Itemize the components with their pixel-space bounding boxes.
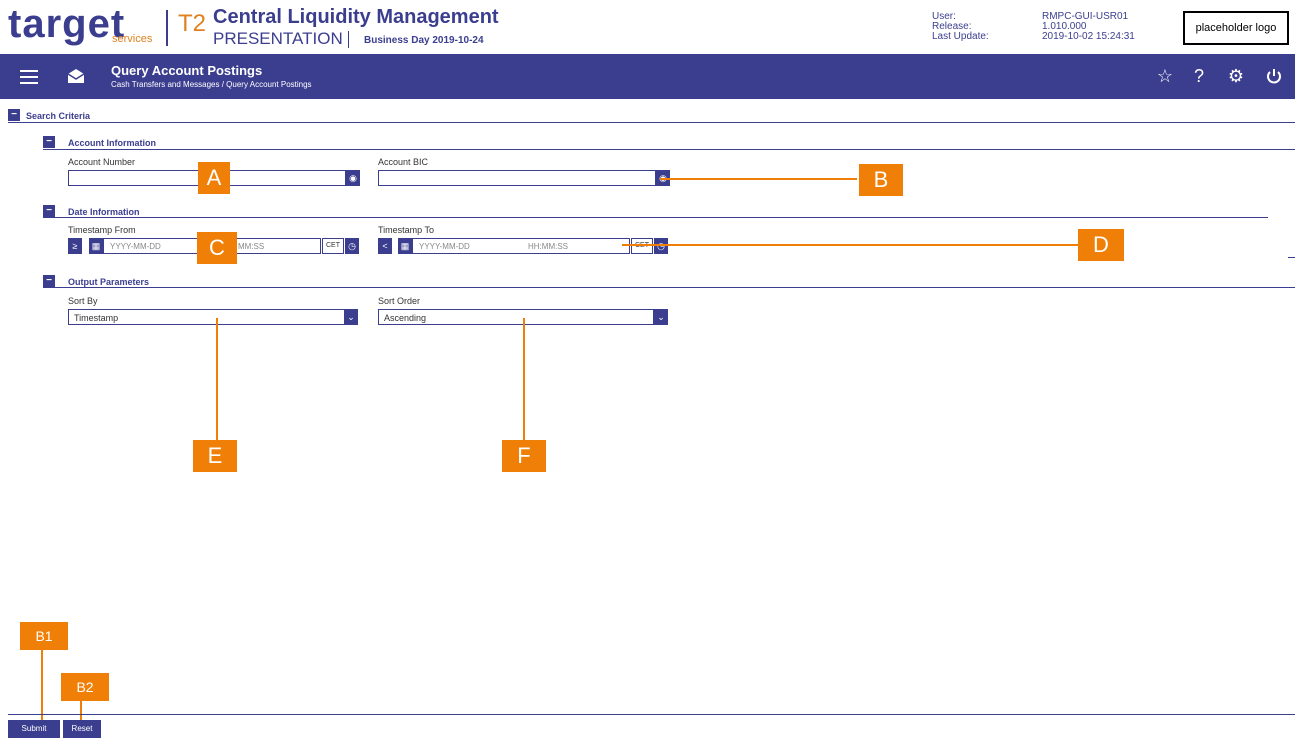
- timestamp-to-input[interactable]: YYYY-MM-DD HH:MM:SS: [412, 238, 630, 254]
- to-operator[interactable]: <: [378, 238, 392, 254]
- callout-d: D: [1078, 229, 1124, 261]
- last-update-value: 2019-10-02 15:24:31: [1042, 31, 1135, 42]
- timestamp-from-label: Timestamp From: [68, 225, 136, 235]
- callout-e-line: [216, 318, 218, 440]
- power-icon[interactable]: [1265, 67, 1283, 85]
- time-placeholder: MM:SS: [238, 242, 265, 251]
- timestamp-to-label: Timestamp To: [378, 225, 435, 235]
- sort-order-select[interactable]: Ascending: [378, 309, 654, 325]
- meta-values: RMPC-GUI-USR01 1.010.000 2019-10-02 15:2…: [1042, 12, 1135, 42]
- star-icon[interactable]: ☆: [1155, 66, 1175, 87]
- section-divider: [43, 287, 1295, 288]
- callout-b1: B1: [20, 622, 68, 650]
- section-date-info: Date Information: [68, 207, 140, 217]
- timezone-from: CET: [322, 238, 344, 254]
- edge-mark: [1288, 257, 1295, 258]
- account-number-search-icon[interactable]: ◉: [346, 170, 360, 186]
- placeholder-logo: placeholder logo: [1183, 11, 1289, 45]
- callout-b1-line: [41, 650, 43, 720]
- calendar-icon[interactable]: ▦: [398, 238, 412, 254]
- section-divider: [43, 217, 1268, 218]
- collapse-account-info[interactable]: −: [43, 136, 55, 148]
- section-account-info: Account Information: [68, 138, 156, 148]
- breadcrumb[interactable]: Cash Transfers and Messages / Query Acco…: [111, 80, 312, 89]
- sort-order-label: Sort Order: [378, 296, 421, 306]
- sort-by-value: Timestamp: [74, 313, 119, 323]
- help-icon[interactable]: ?: [1189, 66, 1209, 87]
- clock-icon[interactable]: ◷: [654, 238, 668, 254]
- business-day: Business Day 2019-10-24: [364, 35, 484, 46]
- chevron-down-icon[interactable]: ⌄: [344, 309, 358, 325]
- callout-e: E: [193, 440, 237, 472]
- timezone-to: CET: [631, 238, 653, 254]
- account-number-label: Account Number: [68, 157, 136, 167]
- last-update-label: Last Update:: [932, 31, 989, 42]
- from-operator[interactable]: ≥: [68, 238, 82, 254]
- app-title: Central Liquidity Management: [213, 6, 499, 28]
- header-divider: [348, 31, 349, 48]
- callout-d-line: [622, 244, 1078, 246]
- sort-by-select[interactable]: Timestamp: [68, 309, 346, 325]
- callout-b: B: [859, 164, 903, 196]
- app-environment: PRESENTATION: [213, 29, 343, 48]
- section-divider: [43, 149, 1295, 150]
- brand-logo: target: [8, 2, 126, 46]
- navbar: Query Account Postings Cash Transfers an…: [0, 54, 1295, 99]
- date-placeholder: YYYY-MM-DD: [419, 242, 470, 251]
- sort-by-label: Sort By: [68, 296, 98, 306]
- menu-icon[interactable]: [20, 70, 38, 88]
- callout-b2: B2: [61, 673, 109, 701]
- submit-button[interactable]: Submit: [8, 720, 60, 738]
- page-title: Query Account Postings: [111, 63, 263, 78]
- callout-a: A: [198, 162, 230, 194]
- chevron-down-icon[interactable]: ⌄: [654, 309, 668, 325]
- callout-f: F: [502, 440, 546, 472]
- brand-divider: [166, 10, 168, 46]
- clock-icon[interactable]: ◷: [345, 238, 359, 254]
- t2-label: T2: [178, 10, 207, 37]
- account-bic-label: Account BIC: [378, 157, 429, 167]
- reset-button[interactable]: Reset: [63, 720, 101, 738]
- callout-f-line: [523, 318, 525, 440]
- brand-sub: services: [112, 33, 153, 45]
- calendar-icon[interactable]: ▦: [89, 238, 103, 254]
- time-placeholder: HH:MM:SS: [528, 242, 568, 251]
- section-output-params: Output Parameters: [68, 277, 150, 287]
- date-placeholder: YYYY-MM-DD: [110, 242, 161, 251]
- footer-divider: [8, 714, 1295, 715]
- callout-b-line: [660, 178, 857, 180]
- settings-icon[interactable]: ⚙: [1226, 66, 1246, 87]
- section-search-criteria: Search Criteria: [26, 111, 91, 121]
- collapse-output-params[interactable]: −: [43, 275, 55, 287]
- collapse-search-criteria[interactable]: −: [8, 109, 20, 121]
- callout-b2-line: [80, 701, 82, 720]
- section-divider: [8, 122, 1295, 123]
- mail-icon[interactable]: [66, 66, 86, 86]
- account-bic-input[interactable]: [378, 170, 656, 186]
- callout-c: C: [197, 232, 237, 264]
- collapse-date-info[interactable]: −: [43, 205, 55, 217]
- meta-labels: User: Release: Last Update:: [932, 12, 989, 42]
- sort-order-value: Ascending: [384, 313, 427, 323]
